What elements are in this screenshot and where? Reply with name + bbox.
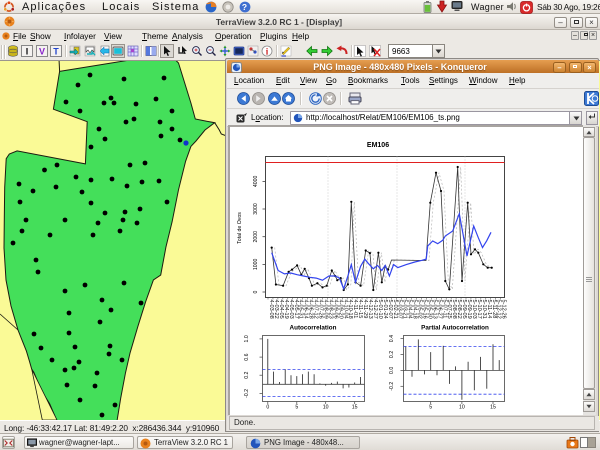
svg-text:-0.2: -0.2 bbox=[244, 389, 250, 398]
svg-text:0.6: 0.6 bbox=[244, 353, 250, 360]
svg-text:10: 10 bbox=[323, 405, 329, 411]
svg-text:Partial Autocorrelation: Partial Autocorrelation bbox=[421, 325, 489, 332]
svg-text:0.4: 0.4 bbox=[389, 335, 395, 342]
svg-text:15: 15 bbox=[490, 405, 496, 411]
svg-text:0.0: 0.0 bbox=[389, 367, 395, 374]
svg-text:15: 15 bbox=[352, 405, 358, 411]
svg-text:2000: 2000 bbox=[253, 231, 259, 243]
svg-text:V: V bbox=[39, 47, 45, 57]
svg-text:-0.2: -0.2 bbox=[389, 382, 395, 391]
svg-text:0.2: 0.2 bbox=[389, 351, 395, 358]
svg-text:EM106: EM106 bbox=[367, 142, 389, 149]
svg-text:4000: 4000 bbox=[253, 176, 259, 188]
svg-text:0: 0 bbox=[253, 290, 259, 293]
svg-text:0: 0 bbox=[266, 405, 269, 411]
svg-text:Total de Ovos: Total de Ovos bbox=[237, 212, 243, 244]
svg-text:?: ? bbox=[242, 2, 248, 12]
svg-text:5: 5 bbox=[429, 405, 432, 411]
svg-text:I: I bbox=[26, 47, 29, 57]
svg-text:5: 5 bbox=[295, 405, 298, 411]
svg-text:1000: 1000 bbox=[253, 259, 259, 271]
svg-text:T: T bbox=[53, 47, 59, 57]
svg-text:10: 10 bbox=[459, 405, 465, 411]
svg-text:5-12-26: 5-12-26 bbox=[501, 300, 507, 319]
svg-text:Autocorrelation: Autocorrelation bbox=[290, 325, 337, 332]
svg-text:0.2: 0.2 bbox=[244, 371, 250, 378]
svg-text:3000: 3000 bbox=[253, 203, 259, 215]
svg-text:1.0: 1.0 bbox=[244, 335, 250, 342]
